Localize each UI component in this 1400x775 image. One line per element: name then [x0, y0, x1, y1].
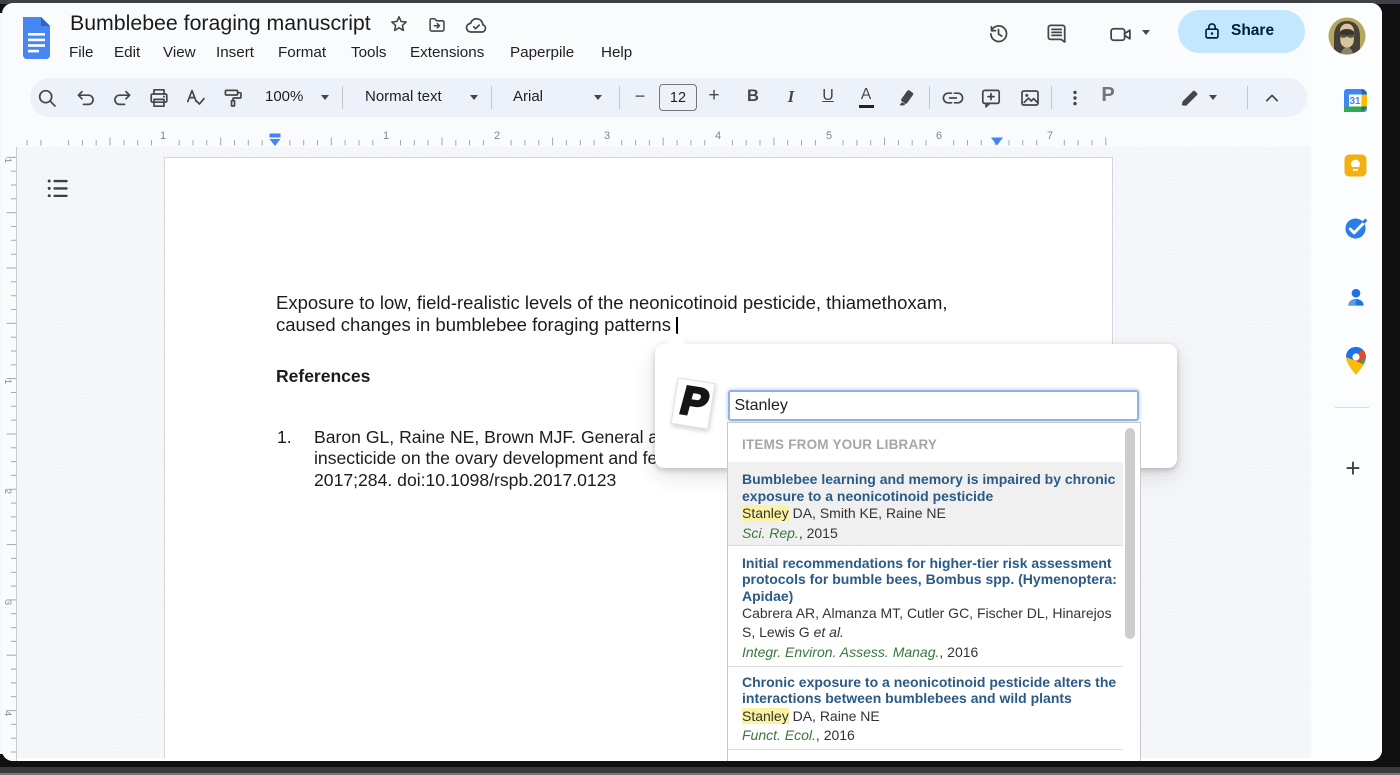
svg-text:31: 31 [1349, 96, 1361, 107]
